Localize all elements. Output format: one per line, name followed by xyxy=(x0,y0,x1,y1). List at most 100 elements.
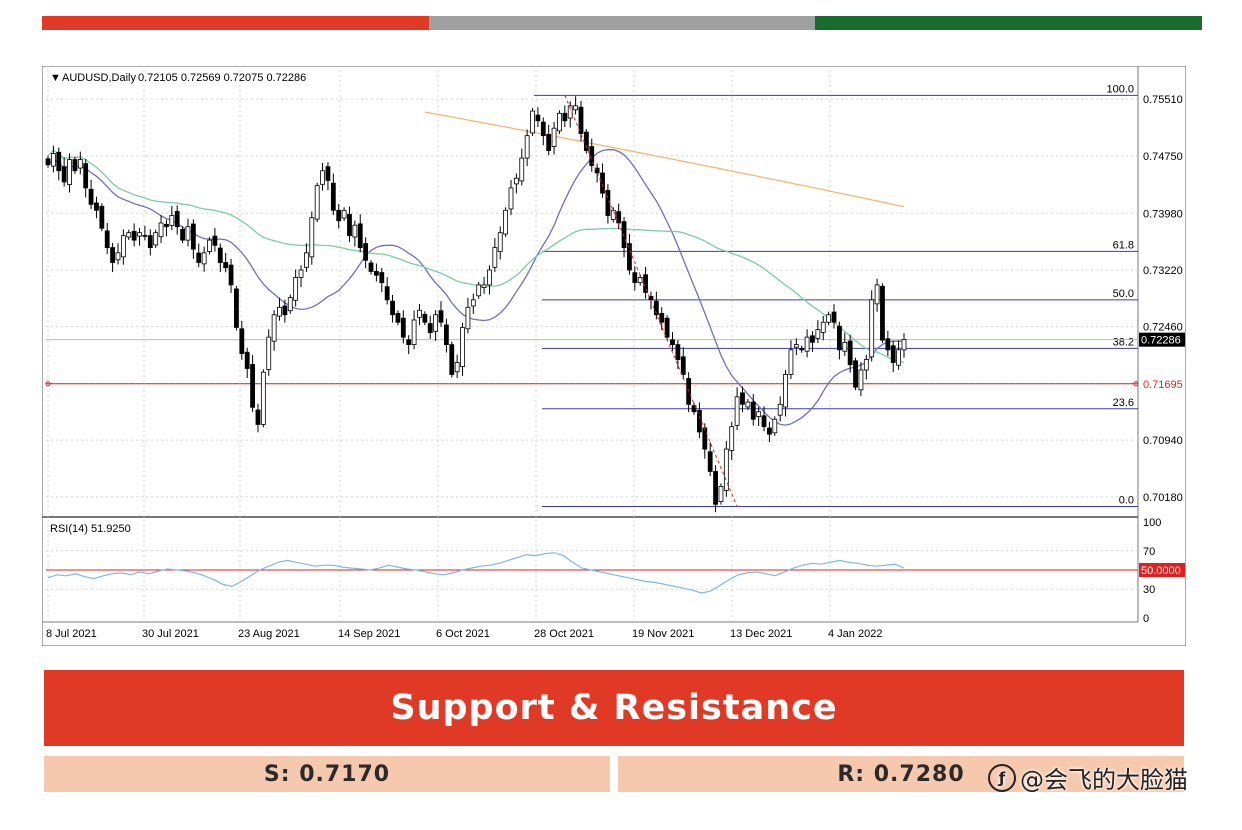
price-tick-label: 0.70940 xyxy=(1143,435,1183,447)
candle-body xyxy=(293,277,299,301)
chart-symbol: AUDUSD,Daily xyxy=(62,72,136,84)
candle-body xyxy=(836,325,842,351)
candle-body xyxy=(384,286,390,301)
time-tick-label: 14 Sep 2021 xyxy=(338,628,400,640)
rsi-header: RSI(14) 51.9250 xyxy=(50,523,131,535)
support-resistance-title: Support & Resistance xyxy=(44,670,1184,746)
candle-body xyxy=(713,471,718,505)
candle-body xyxy=(174,211,180,228)
candle-body xyxy=(605,190,611,216)
candle-body xyxy=(519,157,525,182)
candle-body xyxy=(853,360,858,388)
candle-body xyxy=(201,252,207,265)
candle-body xyxy=(417,309,422,318)
candle-body xyxy=(557,112,562,132)
candle-body xyxy=(503,209,509,235)
candle-body xyxy=(314,185,320,220)
candle-body xyxy=(50,153,56,167)
candle-body xyxy=(363,243,369,261)
candle-body xyxy=(707,451,713,472)
candle-body xyxy=(702,427,708,450)
time-tick-label: 23 Aug 2021 xyxy=(238,628,300,640)
candle-body xyxy=(535,114,541,122)
candle-body xyxy=(551,127,557,147)
candle-body xyxy=(374,271,379,276)
top-bar-gray xyxy=(428,16,816,30)
fib-label: 61.8 xyxy=(1113,239,1134,251)
chart-container: 100.0 61.8 50.0 38.2 23.6 0.0 0.75510 0.74750 0… xyxy=(42,66,1186,646)
candle-body xyxy=(449,344,455,375)
candle-body xyxy=(244,351,250,369)
candle-body xyxy=(826,314,832,323)
candle-body xyxy=(761,415,767,428)
candle-body xyxy=(793,344,799,348)
time-tick-label: 6 Oct 2021 xyxy=(436,628,490,640)
candle-body xyxy=(616,211,622,224)
candle-body xyxy=(120,235,126,258)
chart-header-arrow: ▼ xyxy=(50,72,61,84)
candle-body xyxy=(885,338,891,351)
candle-body xyxy=(341,209,347,219)
candle-body xyxy=(573,105,578,111)
candle-body xyxy=(513,177,519,185)
candle-body xyxy=(438,310,444,323)
candle-body xyxy=(734,396,740,426)
time-tick-label: 30 Jul 2021 xyxy=(142,628,199,640)
candle-body xyxy=(729,426,735,451)
candle-body xyxy=(190,223,196,250)
rsi-tick-label: 50.0000 xyxy=(1141,565,1181,577)
candle-body xyxy=(772,418,778,434)
candle-body xyxy=(831,311,837,323)
candle-body xyxy=(228,264,234,286)
candle-body xyxy=(223,262,229,269)
top-color-bar xyxy=(42,16,1203,30)
candle-body xyxy=(395,313,401,323)
top-bar-red xyxy=(42,16,429,30)
candle-body xyxy=(670,339,675,346)
candle-body xyxy=(740,392,745,405)
candle-body xyxy=(158,222,164,238)
candle-body xyxy=(508,187,514,210)
candle-body xyxy=(422,313,428,323)
time-tick-label: 4 Jan 2022 xyxy=(828,628,882,640)
price-tick-label: 0.75510 xyxy=(1143,94,1183,106)
candle-body xyxy=(524,135,530,159)
candle-body xyxy=(476,284,482,297)
candle-body xyxy=(745,401,751,408)
candle-body xyxy=(330,182,336,211)
candle-body xyxy=(234,288,239,328)
candle-body xyxy=(169,215,175,226)
candle-body xyxy=(783,374,788,408)
chart-ohlc: 0.72105 0.72569 0.72075 0.72286 xyxy=(138,72,306,84)
candle-body xyxy=(266,336,272,370)
candle-body xyxy=(196,252,202,263)
rsi-tick-label: 100 xyxy=(1143,517,1161,529)
candle-body xyxy=(718,485,724,503)
candle-body xyxy=(61,166,67,183)
candle-body xyxy=(540,121,546,137)
candle-body xyxy=(465,306,471,330)
candle-body xyxy=(530,110,535,134)
candle-body xyxy=(298,269,304,278)
candle-body xyxy=(336,209,342,222)
candle-body xyxy=(142,234,148,237)
candle-body xyxy=(110,247,116,263)
candle-body xyxy=(492,247,498,268)
candle-body xyxy=(180,228,185,241)
candle-body xyxy=(610,209,616,220)
candle-body xyxy=(309,217,315,258)
candle-body xyxy=(756,411,762,417)
candle-body xyxy=(767,427,772,435)
candle-body xyxy=(869,299,875,358)
candle-body xyxy=(406,339,412,346)
candle-body xyxy=(470,299,476,307)
candle-body xyxy=(255,409,261,425)
top-bar-green xyxy=(815,16,1203,30)
candle-body xyxy=(99,205,105,229)
price-tick-label: 0.70180 xyxy=(1143,492,1183,504)
candle-body xyxy=(546,133,552,151)
candle-body xyxy=(433,314,439,332)
fib-label: 0.0 xyxy=(1119,495,1134,507)
candle-body xyxy=(56,151,62,172)
candle-body xyxy=(72,159,78,172)
